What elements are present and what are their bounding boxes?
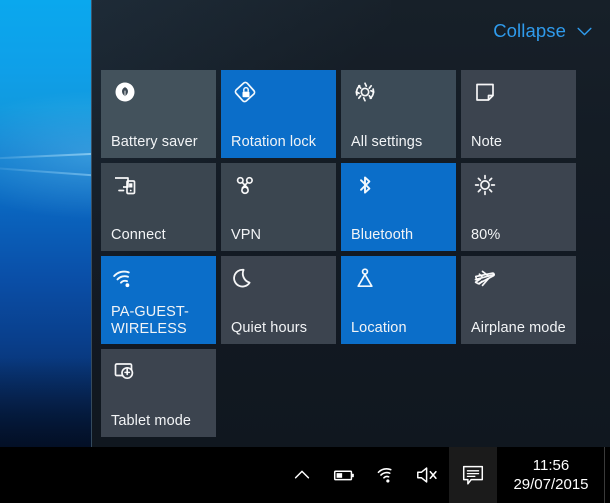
brightness-icon <box>474 174 496 196</box>
collapse-button[interactable]: Collapse <box>493 20 594 42</box>
chevron-down-icon <box>577 27 592 35</box>
battery-icon <box>333 470 354 481</box>
tile-vpn[interactable]: VPN <box>221 163 336 251</box>
moon-icon <box>233 268 251 288</box>
panel-left-edge <box>91 0 92 447</box>
note-icon-wrap <box>471 79 568 113</box>
tile-note[interactable]: Note <box>461 70 576 158</box>
tablet-mode-icon <box>114 363 134 380</box>
connect-icon <box>115 177 136 195</box>
tile-label-connect: Connect <box>111 227 166 243</box>
action-center-panel: Collapse Battery saver Rotation lock All s… <box>91 0 610 447</box>
volume-tray-button[interactable] <box>407 447 449 503</box>
collapse-label: Collapse <box>493 20 566 41</box>
battery-tray-button[interactable] <box>323 447 365 503</box>
gear-icon <box>355 82 375 102</box>
tablet-mode-icon-wrap <box>111 358 208 392</box>
airplane-icon <box>474 270 495 287</box>
action-center-icon <box>462 465 484 485</box>
tile-label-battery-saver: Battery saver <box>111 134 198 150</box>
moon-icon-wrap <box>231 265 328 299</box>
rotation-lock-icon-wrap <box>231 79 328 113</box>
tile-label-location: Location <box>351 320 407 336</box>
tile-brightness[interactable]: 80% <box>461 163 576 251</box>
clock-date: 29/07/2015 <box>513 476 589 493</box>
tile-connect[interactable]: Connect <box>101 163 216 251</box>
show-hidden-icons-button[interactable] <box>281 447 323 503</box>
vpn-icon-wrap <box>231 172 328 206</box>
tile-label-note: Note <box>471 134 503 150</box>
tile-label-quiet-hours: Quiet hours <box>231 320 308 336</box>
airplane-icon-wrap <box>471 265 568 299</box>
tile-label-rotation-lock: Rotation lock <box>231 134 317 150</box>
location-icon-wrap <box>351 265 448 299</box>
note-icon <box>476 83 494 101</box>
bluetooth-icon-wrap <box>351 172 448 206</box>
tile-label-wifi: PA-GUEST-WIRELESS <box>111 304 189 337</box>
location-icon <box>357 268 373 288</box>
tile-rotation-lock[interactable]: Rotation lock <box>221 70 336 158</box>
tile-wifi[interactable]: PA-GUEST-WIRELESS <box>101 256 216 344</box>
gear-icon-wrap <box>351 79 448 113</box>
desktop-screen: Collapse Battery saver Rotation lock All s… <box>0 0 610 503</box>
brightness-icon-wrap <box>471 172 568 206</box>
connect-icon-wrap <box>111 172 208 206</box>
wifi-icon <box>113 270 130 288</box>
taskbar: 11:56 29/07/2015 <box>0 447 610 503</box>
tile-battery-saver[interactable]: Battery saver <box>101 70 216 158</box>
system-tray: 11:56 29/07/2015 <box>281 447 610 503</box>
tile-bluetooth[interactable]: Bluetooth <box>341 163 456 251</box>
network-tray-button[interactable] <box>365 447 407 503</box>
action-center-tray-button[interactable] <box>449 447 497 503</box>
tile-label-bluetooth: Bluetooth <box>351 227 414 243</box>
tile-label-vpn: VPN <box>231 227 262 243</box>
battery-saver-icon <box>115 82 135 102</box>
quick-action-tile-grid: Battery saver Rotation lock All settings No… <box>101 70 601 437</box>
tile-label-brightness: 80% <box>471 227 501 243</box>
chevron-up-icon <box>294 470 310 479</box>
clock-time: 11:56 <box>532 457 570 474</box>
bluetooth-icon <box>360 176 371 194</box>
tile-tablet-mode[interactable]: Tablet mode <box>101 349 216 437</box>
vpn-icon <box>236 176 253 195</box>
clock[interactable]: 11:56 29/07/2015 <box>497 447 604 503</box>
battery-saver-icon-wrap <box>111 79 208 113</box>
tile-label-tablet-mode: Tablet mode <box>111 413 192 429</box>
rotation-lock-icon <box>234 81 256 103</box>
tile-all-settings[interactable]: All settings <box>341 70 456 158</box>
tile-label-all-settings: All settings <box>351 134 423 150</box>
wifi-icon <box>377 468 392 483</box>
tile-quiet-hours[interactable]: Quiet hours <box>221 256 336 344</box>
show-desktop-button[interactable] <box>604 447 610 503</box>
wifi-icon-wrap <box>111 265 208 299</box>
speaker-muted-icon <box>417 467 437 483</box>
tile-location[interactable]: Location <box>341 256 456 344</box>
tile-label-airplane-mode: Airplane mode <box>471 320 566 336</box>
tile-airplane-mode[interactable]: Airplane mode <box>461 256 576 344</box>
